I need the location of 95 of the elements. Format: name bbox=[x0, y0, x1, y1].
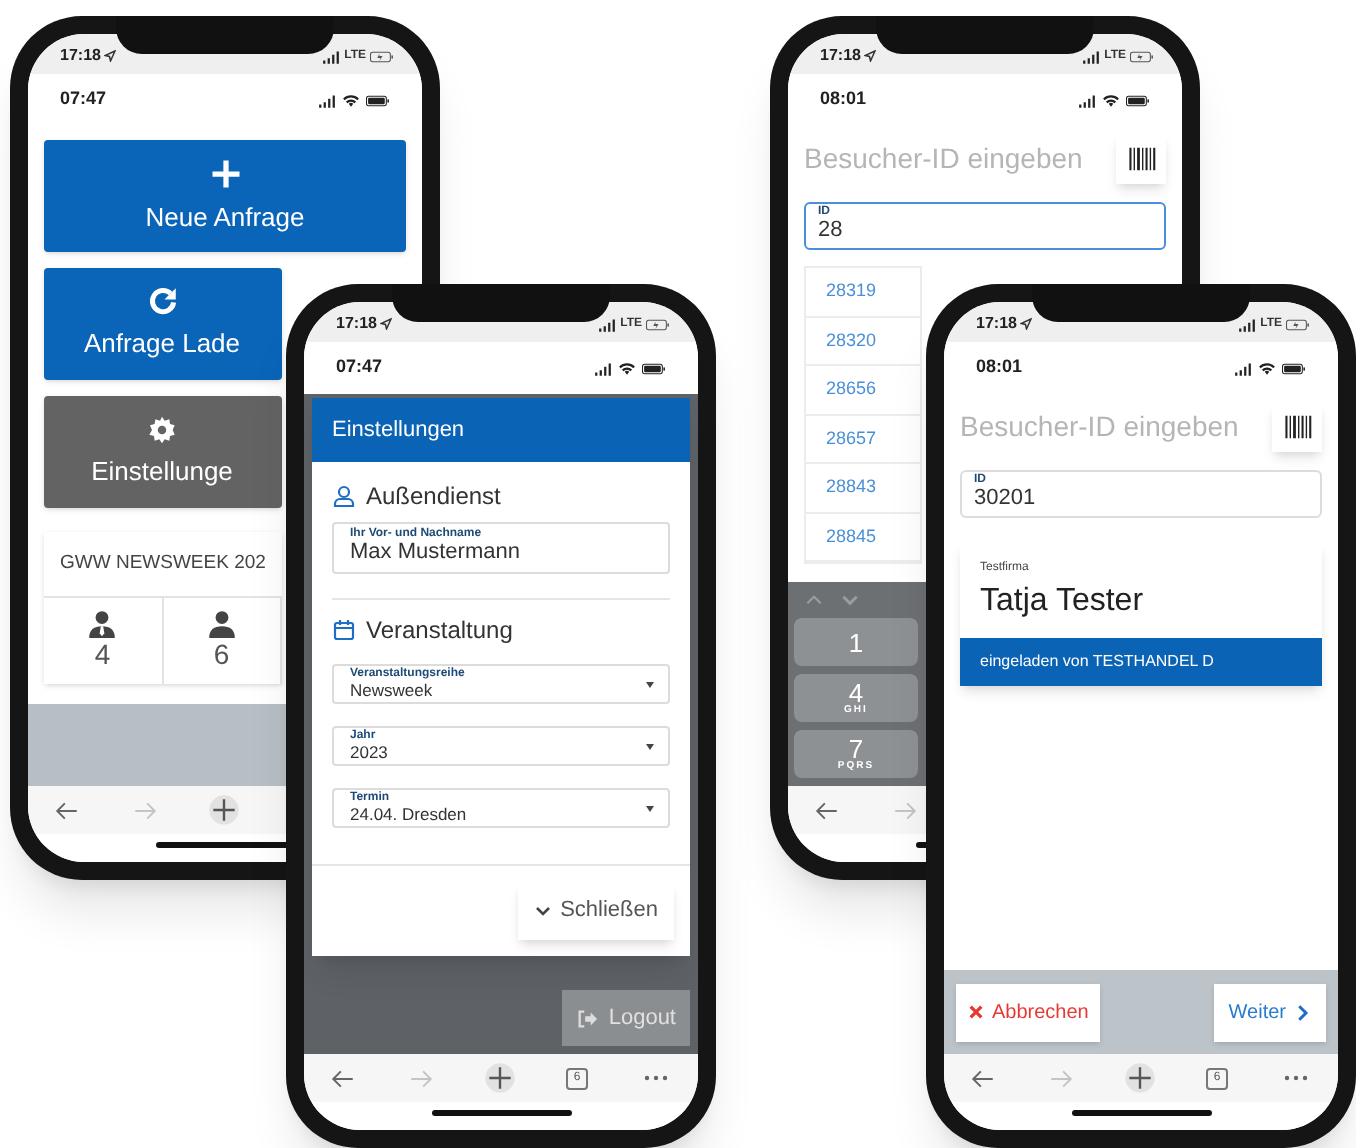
caret-icon bbox=[644, 679, 656, 689]
field-value: 30201 bbox=[974, 486, 1038, 514]
clock-time: 07:47 bbox=[60, 86, 107, 113]
visitor-name: Tatja Tester bbox=[978, 582, 1146, 622]
new-tab-icon[interactable] bbox=[483, 1062, 515, 1094]
action-button[interactable]: Einstellunge bbox=[44, 396, 282, 508]
field-value: 2023 bbox=[350, 741, 388, 763]
battery-icon bbox=[366, 93, 390, 107]
location-arrow-icon bbox=[104, 50, 117, 62]
chevron-up-icon bbox=[804, 590, 824, 610]
logout-icon bbox=[576, 1007, 599, 1029]
home-indicator bbox=[431, 1110, 571, 1116]
field-value: 28 bbox=[818, 218, 845, 246]
location-arrow-icon bbox=[864, 50, 877, 62]
location-arrow-icon bbox=[1020, 318, 1033, 330]
signal-icon bbox=[1234, 361, 1252, 375]
suggestion-item[interactable]: 28843 bbox=[806, 464, 920, 513]
more-icon[interactable] bbox=[643, 1074, 667, 1082]
status-time: 17:18 bbox=[60, 44, 101, 68]
user-icon bbox=[332, 484, 356, 508]
signal-icon bbox=[594, 361, 612, 375]
more-icon[interactable] bbox=[1283, 1074, 1307, 1082]
chevron-right-icon bbox=[1294, 1003, 1312, 1021]
signal-icon bbox=[1078, 93, 1096, 107]
battery-icon bbox=[370, 49, 394, 63]
wifi-icon bbox=[342, 93, 360, 107]
button-label: Anfrage Lade bbox=[83, 326, 241, 363]
signal-icon bbox=[318, 93, 336, 107]
keypad-key[interactable]: 1 bbox=[794, 618, 918, 666]
battery-icon bbox=[1130, 49, 1154, 63]
field-value: Newsweek bbox=[350, 679, 435, 701]
wifi-icon bbox=[618, 361, 636, 375]
back-arrow-icon[interactable] bbox=[54, 797, 80, 823]
back-arrow-icon[interactable] bbox=[814, 797, 840, 823]
suggestion-item[interactable]: 28320 bbox=[806, 317, 920, 366]
calendar-icon bbox=[332, 618, 356, 642]
close-icon bbox=[968, 1004, 984, 1020]
battery-icon bbox=[1126, 93, 1150, 107]
action-button[interactable]: Anfrage Lade bbox=[44, 268, 282, 380]
status-time: 17:18 bbox=[336, 312, 377, 336]
battery-icon bbox=[646, 317, 670, 331]
button-label: Neue Anfrage bbox=[145, 199, 305, 236]
section-title: Außendienst bbox=[366, 480, 501, 514]
signal-icon bbox=[1082, 49, 1101, 63]
refresh-icon bbox=[145, 284, 179, 319]
back-arrow-icon[interactable] bbox=[970, 1065, 996, 1091]
clock-time: 08:01 bbox=[820, 86, 867, 113]
button-label: Einstellunge bbox=[91, 453, 233, 490]
cancel-button[interactable]: Abbrechen bbox=[956, 983, 1101, 1041]
close-button[interactable]: Schließen bbox=[518, 882, 674, 940]
caret-icon bbox=[644, 741, 656, 751]
invited-by-banner: eingeladen von TESTHANDEL D bbox=[960, 638, 1322, 686]
page-title: Besucher-ID eingeben bbox=[960, 407, 1239, 446]
signal-icon bbox=[1238, 317, 1257, 331]
signal-icon bbox=[322, 49, 341, 63]
suggestion-item[interactable]: 28845 bbox=[806, 513, 920, 562]
event-title: GWW NEWSWEEK 202 bbox=[58, 549, 268, 578]
status-time: 17:18 bbox=[976, 312, 1017, 336]
plus-icon bbox=[207, 155, 243, 192]
settings-icon bbox=[146, 413, 178, 446]
next-button[interactable]: Weiter bbox=[1214, 983, 1326, 1041]
status-time: 17:18 bbox=[820, 44, 861, 68]
barcode-icon bbox=[1283, 413, 1311, 439]
user-icon bbox=[207, 609, 236, 638]
suggestion-item[interactable]: 28657 bbox=[806, 415, 920, 464]
clock-time: 08:01 bbox=[976, 354, 1023, 381]
dialog-title: Einstellungen bbox=[312, 398, 690, 462]
wifi-icon bbox=[1102, 93, 1120, 107]
suggestion-item[interactable]: 28319 bbox=[806, 268, 920, 317]
home-indicator bbox=[1071, 1110, 1211, 1116]
barcode-scan-button[interactable] bbox=[1272, 401, 1322, 451]
battery-icon bbox=[1282, 361, 1306, 375]
user-tie-icon bbox=[88, 609, 117, 638]
stat-value: 6 bbox=[213, 637, 230, 673]
back-arrow-icon[interactable] bbox=[330, 1065, 356, 1091]
location-arrow-icon bbox=[380, 318, 393, 330]
battery-icon bbox=[642, 361, 666, 375]
suggestion-item[interactable]: 28656 bbox=[806, 366, 920, 415]
signal-icon bbox=[598, 317, 617, 331]
stat-value: 4 bbox=[94, 637, 111, 673]
caret-icon bbox=[644, 803, 656, 813]
section-title: Veranstaltung bbox=[366, 614, 513, 648]
action-button[interactable]: Neue Anfrage bbox=[44, 140, 406, 252]
field-value: 24.04. Dresden bbox=[350, 803, 467, 825]
battery-icon bbox=[1286, 317, 1310, 331]
new-tab-icon[interactable] bbox=[207, 794, 239, 826]
chevron-down-icon bbox=[534, 902, 553, 920]
field-value: Max Mustermann bbox=[350, 540, 522, 568]
chevron-down-icon bbox=[840, 590, 860, 610]
barcode-icon bbox=[1127, 145, 1155, 171]
clock-time: 07:47 bbox=[336, 354, 383, 381]
new-tab-icon[interactable] bbox=[1123, 1062, 1155, 1094]
barcode-scan-button[interactable] bbox=[1116, 133, 1166, 183]
wifi-icon bbox=[1258, 361, 1276, 375]
page-title: Besucher-ID eingeben bbox=[804, 139, 1083, 178]
